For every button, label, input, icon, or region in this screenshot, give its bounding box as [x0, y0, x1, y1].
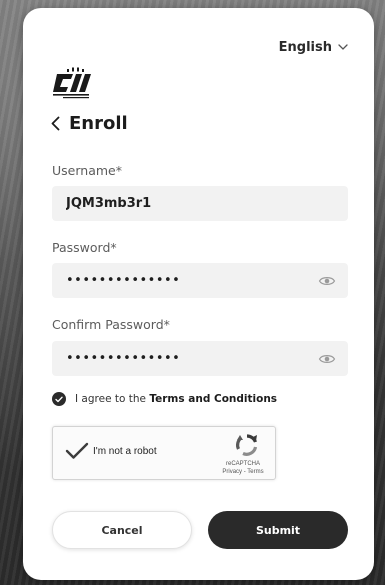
confirm-password-label: Confirm Password*	[52, 317, 170, 332]
chevron-left-icon	[51, 116, 60, 131]
eye-icon[interactable]	[318, 350, 336, 368]
language-selector[interactable]: English	[279, 40, 348, 55]
terms-agreement: I agree to the Terms and Conditions	[52, 392, 277, 406]
language-label: English	[278, 40, 332, 55]
recaptcha-widget: I'm not a robot reCAPTCHA Privacy - Term…	[52, 426, 276, 480]
recaptcha-checkmark-icon[interactable]	[65, 442, 89, 460]
username-label: Username*	[52, 163, 122, 178]
confirm-password-field[interactable]: ••••••••••••••	[52, 341, 348, 376]
recaptcha-privacy-terms-link[interactable]: Privacy - Terms	[219, 468, 267, 476]
terms-link[interactable]: Terms and Conditions	[149, 393, 277, 405]
recaptcha-logo-icon	[236, 434, 258, 456]
password-masked-value: ••••••••••••••	[66, 273, 181, 288]
cancel-button[interactable]: Cancel	[52, 511, 192, 549]
username-input[interactable]	[52, 186, 348, 221]
recaptcha-brand: reCAPTCHA Privacy - Terms	[219, 460, 267, 476]
confirm-password-masked-value: ••••••••••••••	[66, 351, 181, 366]
terms-text: I agree to the Terms and Conditions	[75, 393, 277, 405]
terms-prefix: I agree to the	[75, 393, 146, 405]
recaptcha-label: I'm not a robot	[93, 446, 157, 457]
eye-icon[interactable]	[318, 272, 336, 290]
password-field[interactable]: ••••••••••••••	[52, 263, 348, 298]
company-logo-icon	[53, 67, 91, 99]
chevron-down-icon	[338, 44, 348, 50]
enroll-card: English Enroll Username* Password* •••••…	[23, 8, 374, 580]
recaptcha-brand-name: reCAPTCHA	[225, 461, 260, 467]
username-field-container	[52, 186, 348, 221]
back-button[interactable]: Enroll	[51, 113, 128, 134]
submit-button[interactable]: Submit	[208, 511, 348, 549]
password-label: Password*	[52, 240, 117, 255]
terms-checkbox[interactable]	[52, 392, 66, 406]
page-title: Enroll	[69, 113, 128, 134]
checkmark-icon	[55, 396, 63, 402]
